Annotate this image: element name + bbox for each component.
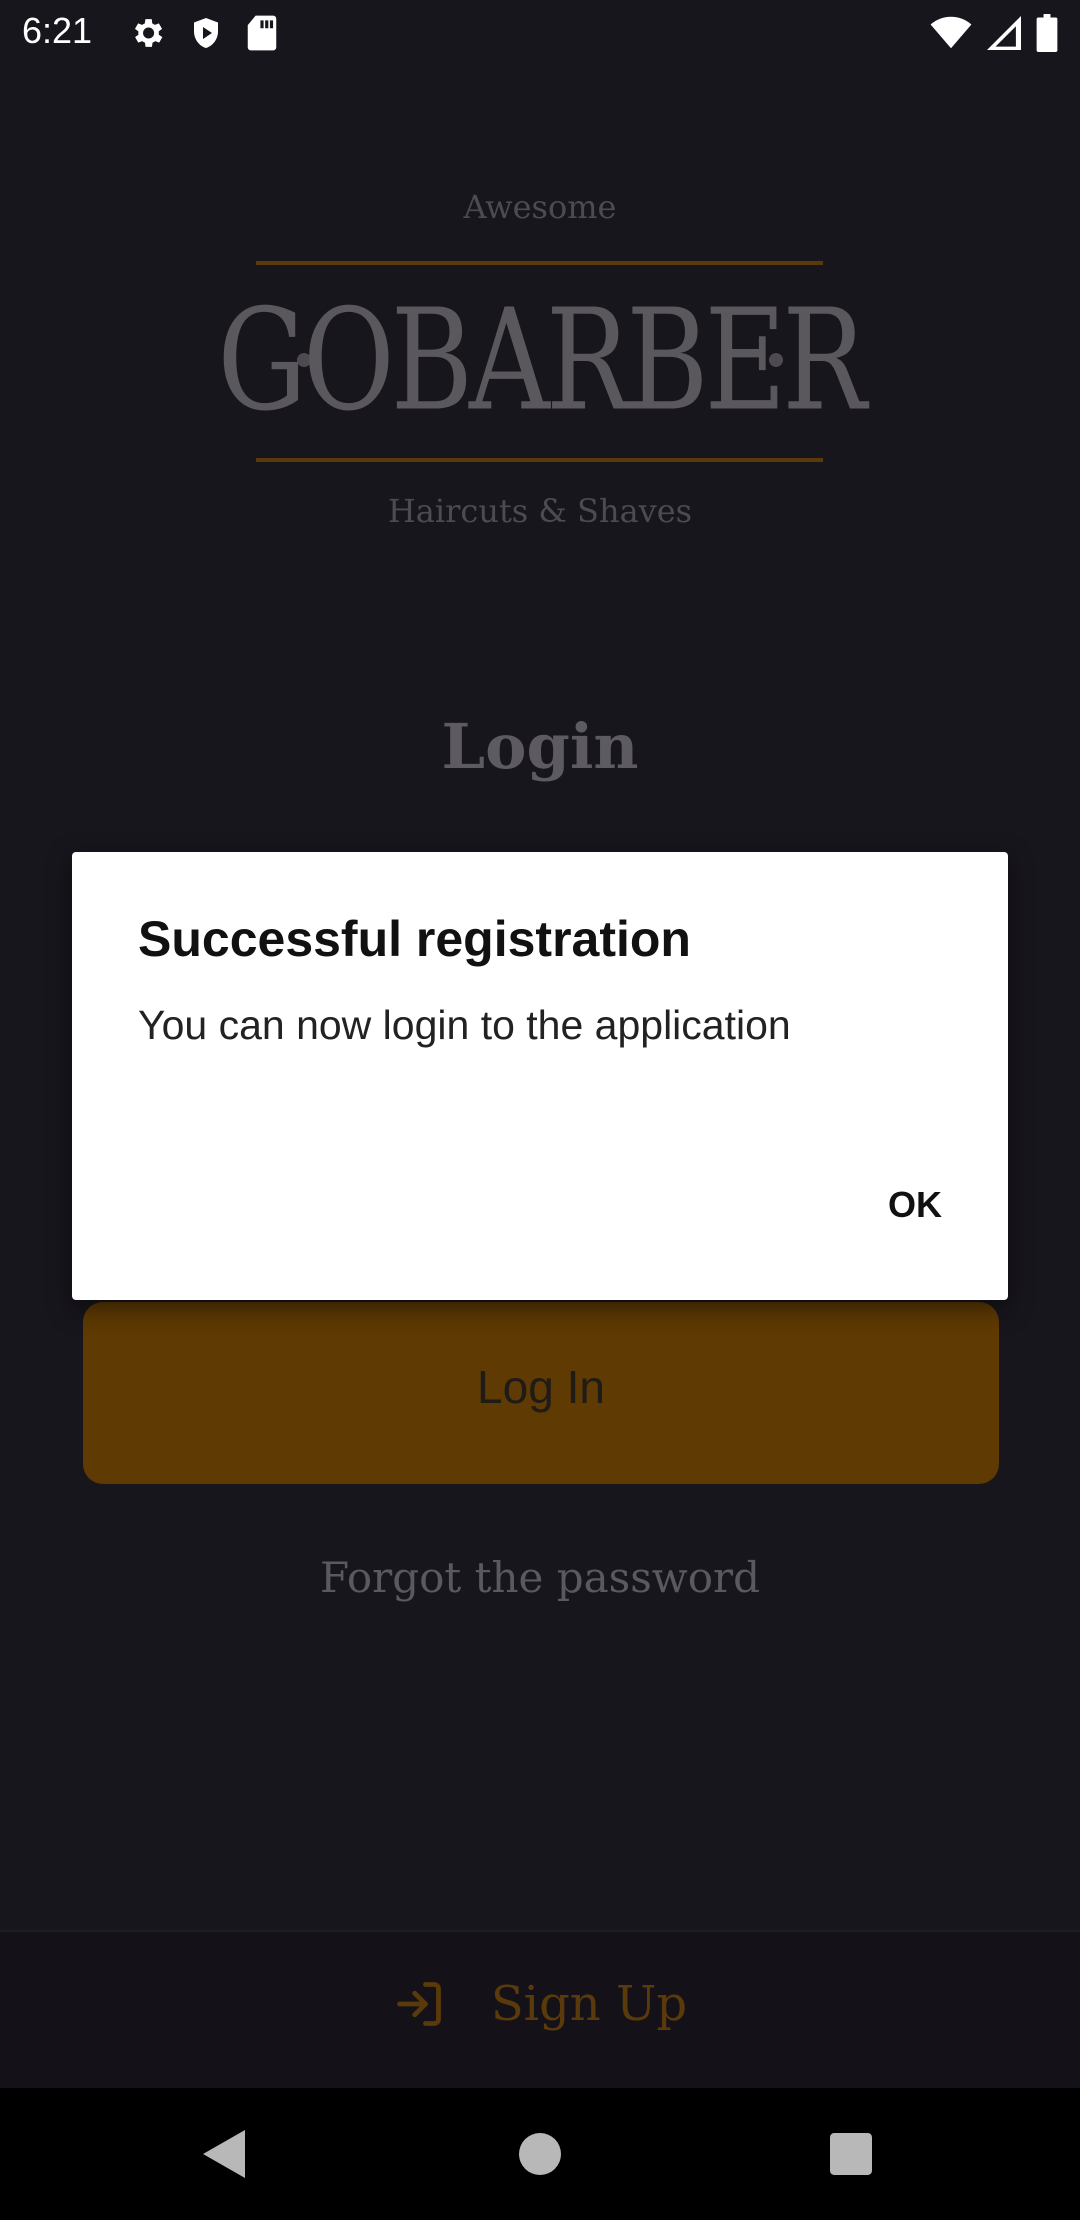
logo-rule-bottom — [256, 458, 823, 462]
dialog-ok-button[interactable]: OK — [862, 1172, 968, 1238]
status-icons-right — [930, 14, 1058, 52]
gear-icon — [134, 19, 163, 47]
status-bar: 6:21 — [0, 0, 1080, 66]
login-button-label: Log In — [477, 1361, 605, 1413]
logo-tagline-top: Awesome — [463, 188, 617, 226]
status-time: 6:21 — [22, 10, 93, 51]
dialog-title: Successful registration — [138, 911, 691, 967]
signup-bar[interactable]: Sign Up — [0, 1930, 1080, 2090]
shield-icon — [194, 18, 218, 48]
nav-recents-button[interactable] — [806, 2088, 896, 2220]
back-icon — [203, 2130, 245, 2178]
dialog-message: You can now login to the application — [138, 1002, 791, 1048]
login-button[interactable]: Log In — [83, 1302, 999, 1484]
sd-card-icon — [247, 15, 277, 51]
logo-wordmark: GOBARBER — [217, 279, 866, 443]
logo-tagline-bottom: Haircuts & Shaves — [387, 492, 693, 530]
logo-dot-right — [769, 353, 783, 367]
registration-dialog: Successful registration You can now logi… — [72, 852, 1008, 1300]
forgot-password-link[interactable]: Forgot the password — [0, 1553, 1080, 1602]
logo-rule-top — [256, 261, 823, 265]
nav-back-button[interactable] — [180, 2088, 270, 2220]
recents-icon — [830, 2133, 872, 2175]
signup-content: Sign Up — [0, 1976, 1080, 2032]
home-icon — [519, 2133, 561, 2175]
nav-home-button[interactable] — [495, 2088, 585, 2220]
battery-icon — [1036, 14, 1058, 52]
signup-label: Sign Up — [490, 1976, 688, 2032]
navigation-bar — [0, 2088, 1080, 2220]
status-icons-left — [128, 14, 278, 52]
log-in-arrow-icon — [396, 1982, 441, 2026]
signal-icon — [987, 16, 1021, 50]
wifi-icon — [930, 16, 972, 49]
login-title: Login — [441, 710, 639, 783]
